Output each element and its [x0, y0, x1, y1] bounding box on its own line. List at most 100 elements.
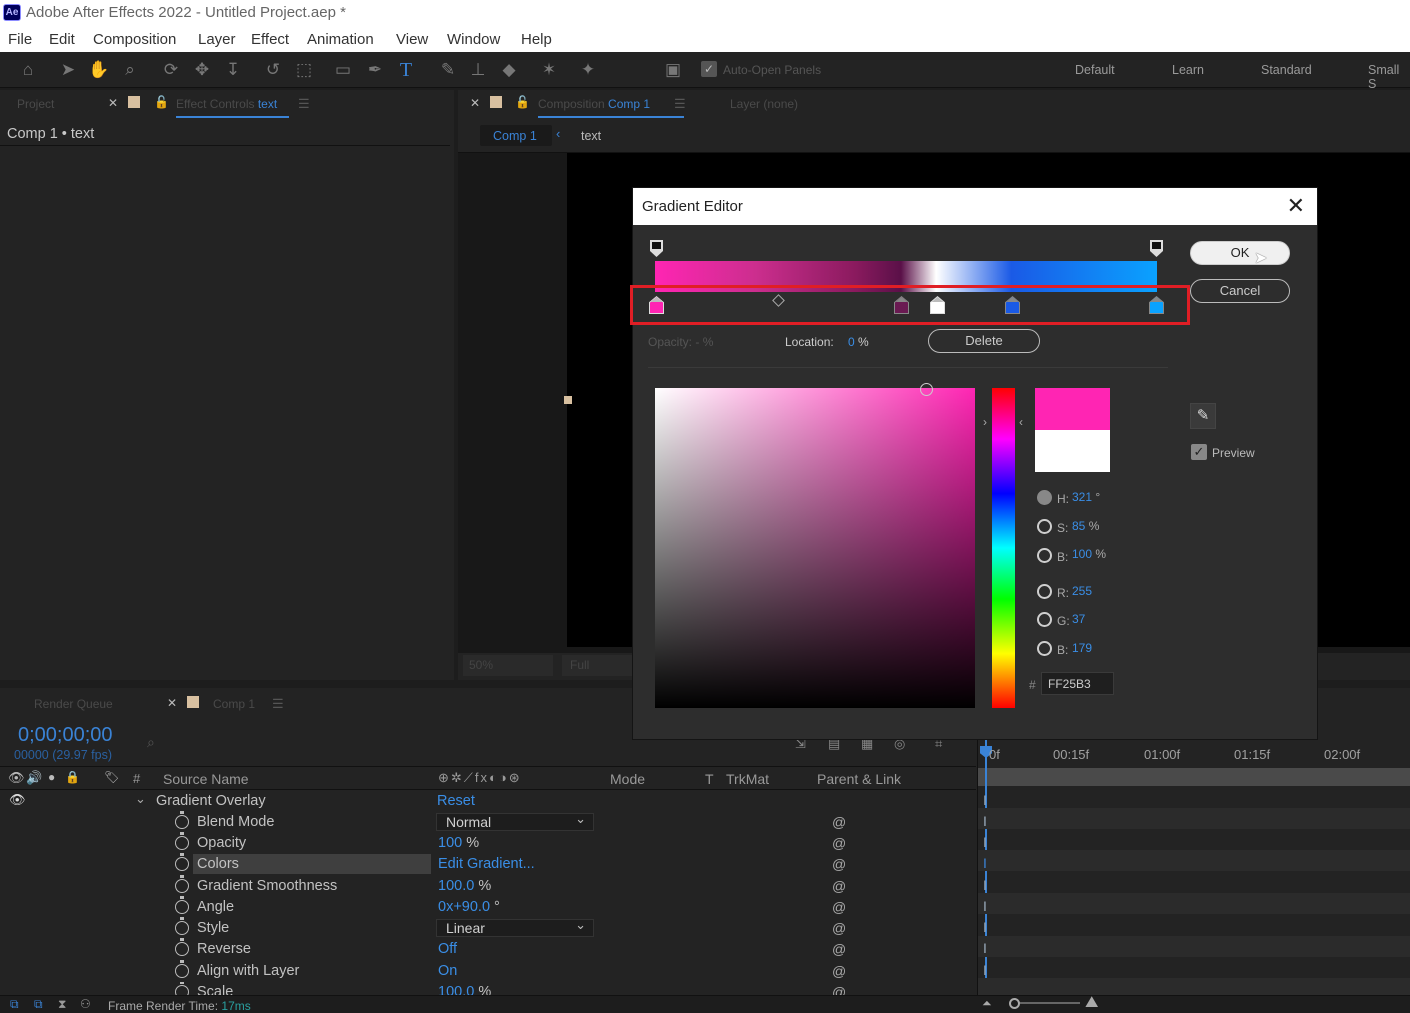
pan-behind-icon[interactable]: ⬚	[293, 59, 315, 81]
brightness-value[interactable]: 100 %	[1072, 547, 1106, 561]
pick-whip-icon[interactable]: @	[832, 963, 846, 979]
stopwatch-icon[interactable]	[175, 853, 189, 871]
delete-button[interactable]: Delete	[928, 329, 1040, 353]
pick-whip-icon[interactable]: @	[832, 856, 846, 872]
reverse-value[interactable]: Off	[438, 941, 457, 957]
hue-slider[interactable]	[992, 388, 1015, 708]
opacity-stop-right[interactable]	[1150, 240, 1163, 257]
timeline-track-area[interactable]	[977, 740, 1410, 999]
close-tab-icon[interactable]: ✕	[470, 96, 480, 110]
lock-icon[interactable]: 🔓	[154, 95, 169, 109]
radio-saturation[interactable]	[1037, 519, 1052, 534]
preview-checkbox[interactable]: ✓	[1191, 444, 1207, 460]
workspace-panel-icon[interactable]: ▣	[662, 59, 684, 81]
reset-link[interactable]: Reset	[437, 793, 475, 809]
resolution-dropdown[interactable]: Full	[562, 655, 642, 676]
effect-row-gradient-overlay[interactable]: 👁 ⌄ Gradient Overlay Reset	[0, 791, 976, 812]
stopwatch-icon[interactable]	[175, 832, 189, 850]
menu-file[interactable]: File	[8, 31, 32, 48]
hue-marker-left-icon[interactable]: ›	[983, 415, 987, 429]
puppet-pin-icon[interactable]: ✦	[577, 59, 599, 81]
chevron-down-icon[interactable]: ⌄	[135, 791, 146, 807]
workspace-default[interactable]: Default	[1075, 63, 1115, 77]
menu-view[interactable]: View	[396, 31, 428, 48]
saturation-brightness-field[interactable]	[655, 388, 975, 708]
layer-handle[interactable]	[564, 396, 572, 404]
audio-icon[interactable]: 🔊	[26, 770, 42, 786]
hand-tool-icon[interactable]: ✋	[88, 59, 110, 81]
panel-menu-icon[interactable]: ☰	[674, 96, 686, 112]
stopwatch-icon[interactable]	[175, 811, 189, 829]
menu-edit[interactable]: Edit	[49, 31, 75, 48]
opacity-value[interactable]: 100 %	[438, 835, 479, 851]
tab-effect-controls[interactable]: Effect Controls text	[176, 97, 277, 111]
search-icon[interactable]: ⌕	[147, 734, 155, 751]
style-dropdown[interactable]: Linear	[436, 917, 594, 937]
workspace-standard[interactable]: Standard	[1261, 63, 1312, 77]
stopwatch-icon[interactable]	[175, 875, 189, 893]
lock-icon[interactable]: 🔓	[515, 95, 530, 109]
home-icon[interactable]: ⌂	[17, 59, 39, 81]
close-icon[interactable]: ✕	[1287, 188, 1305, 224]
tab-render-queue[interactable]: Render Queue	[34, 697, 113, 711]
tab-comp-1[interactable]: Comp 1	[213, 697, 255, 711]
solo-icon[interactable]: ●	[48, 770, 55, 784]
tab-layer[interactable]: Layer (none)	[730, 97, 798, 111]
workspace-learn[interactable]: Learn	[1172, 63, 1204, 77]
menu-help[interactable]: Help	[521, 31, 552, 48]
red-value[interactable]: 255	[1072, 584, 1092, 598]
radio-brightness[interactable]	[1037, 548, 1052, 563]
radio-hue[interactable]	[1037, 490, 1052, 505]
pen-tool-icon[interactable]: ✒	[364, 59, 386, 81]
render-time-icon[interactable]: ⚇	[80, 997, 91, 1011]
close-tab-icon[interactable]: ✕	[167, 696, 177, 710]
color-picker-circle[interactable]	[920, 383, 933, 396]
current-timecode[interactable]: 0;00;00;00	[18, 724, 113, 747]
eye-icon[interactable]: 👁	[8, 770, 25, 786]
hex-input[interactable]: FF25B3	[1041, 672, 1114, 695]
layer-switches-icon[interactable]: ⧉	[10, 997, 19, 1012]
zoom-in-icon[interactable]: ⛰	[1085, 994, 1098, 1012]
blue-value[interactable]: 179	[1072, 641, 1092, 655]
close-tab-icon[interactable]: ✕	[108, 96, 118, 110]
panel-menu-icon[interactable]: ☰	[272, 696, 284, 712]
rectangle-tool-icon[interactable]: ▭	[332, 59, 354, 81]
orbit-camera-icon[interactable]: ⟳	[160, 59, 182, 81]
pan-camera-icon[interactable]: ✥	[191, 59, 213, 81]
stopwatch-icon[interactable]	[175, 982, 189, 995]
lock-icon[interactable]: 🔒	[65, 770, 80, 784]
breadcrumb-layer[interactable]: text	[581, 129, 601, 143]
transfer-controls-icon[interactable]: ⧉	[34, 997, 43, 1012]
radio-blue[interactable]	[1037, 641, 1052, 656]
eraser-tool-icon[interactable]: ◆	[498, 59, 520, 81]
stopwatch-icon[interactable]	[175, 896, 189, 914]
zoom-slider-thumb[interactable]	[1009, 998, 1020, 1009]
smoothness-value[interactable]: 100.0 %	[438, 878, 491, 894]
tab-composition[interactable]: Composition Comp 1	[538, 97, 650, 111]
eyedropper-icon[interactable]: ✎	[1190, 403, 1216, 429]
align-value[interactable]: On	[438, 963, 457, 979]
pick-whip-icon[interactable]: @	[832, 814, 846, 830]
edit-gradient-link[interactable]: Edit Gradient...	[438, 856, 535, 872]
type-tool-icon[interactable]: T	[395, 59, 417, 81]
column-source-name[interactable]: Source Name	[163, 771, 249, 787]
menu-layer[interactable]: Layer	[198, 31, 236, 48]
zoom-slider[interactable]	[1010, 1002, 1080, 1004]
scale-value[interactable]: 100.0 %	[438, 984, 491, 995]
pick-whip-icon[interactable]: @	[832, 899, 846, 915]
hue-value[interactable]: 321 °	[1072, 490, 1100, 504]
workspace-small-screen[interactable]: Small S	[1368, 63, 1410, 91]
menu-effect[interactable]: Effect	[251, 31, 289, 48]
label-tag-icon[interactable]: 🏷	[104, 770, 119, 784]
pick-whip-icon[interactable]: @	[832, 984, 846, 995]
hue-marker-right-icon[interactable]: ‹	[1019, 415, 1023, 429]
angle-value[interactable]: 0x+90.0 °	[438, 899, 500, 915]
pick-whip-icon[interactable]: @	[832, 920, 846, 936]
zoom-out-icon[interactable]: ⏶	[982, 996, 992, 1011]
zoom-tool-icon[interactable]: ⌕	[119, 59, 141, 81]
dolly-camera-icon[interactable]: ↧	[222, 59, 244, 81]
opacity-stop-left[interactable]	[650, 240, 663, 257]
clone-stamp-icon[interactable]: ⊥	[467, 59, 489, 81]
green-value[interactable]: 37	[1072, 612, 1085, 626]
pick-whip-icon[interactable]: @	[832, 878, 846, 894]
